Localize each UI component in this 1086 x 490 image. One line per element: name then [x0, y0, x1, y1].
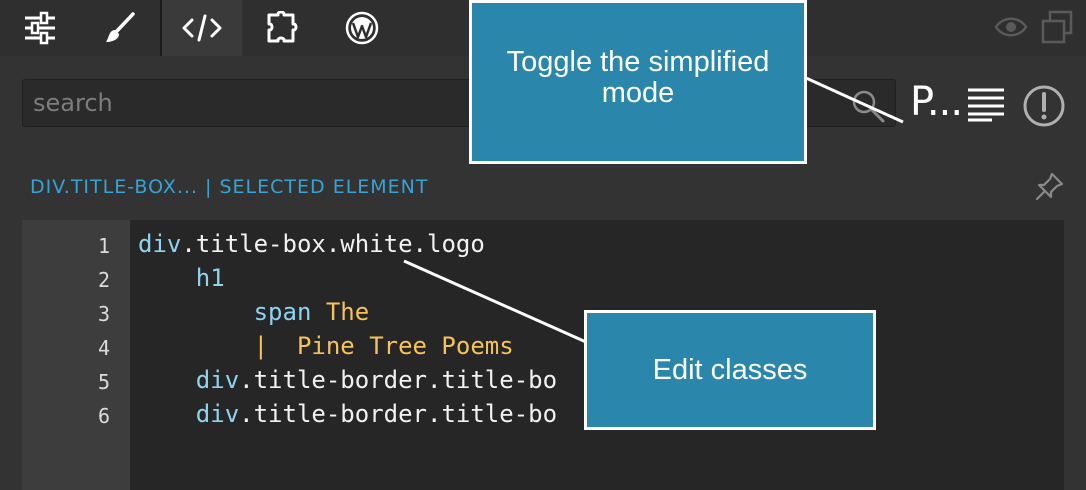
breadcrumb-label: SELECTED ELEMENT [219, 176, 429, 198]
line-number: 2 [97, 268, 110, 292]
code-icon [182, 14, 222, 42]
code-text[interactable]: | Pine Tree Poems [254, 332, 514, 360]
puzzle-icon [267, 11, 298, 43]
alert-button[interactable] [1022, 84, 1066, 128]
tab-wordpress[interactable] [322, 0, 402, 56]
line-number: 6 [97, 404, 110, 428]
code-line[interactable]: h1 [138, 264, 225, 292]
tab-style[interactable] [80, 0, 160, 56]
code-tag[interactable]: span [254, 298, 312, 326]
simplified-mode-label: P... [910, 79, 963, 125]
pin-icon[interactable] [1034, 172, 1064, 202]
exclamation-circle-icon [1023, 85, 1065, 127]
tabbar-right-tools [994, 10, 1074, 44]
tab-components[interactable] [242, 0, 322, 56]
sliders-icon [25, 11, 55, 45]
simplified-mode-toggle[interactable]: P... [910, 79, 963, 125]
paintbrush-icon [106, 12, 135, 42]
code-classes[interactable]: .title-border.title-bo [239, 366, 557, 394]
eye-icon[interactable] [994, 10, 1028, 44]
search-icon[interactable] [850, 88, 886, 124]
code-tag[interactable]: div [196, 400, 239, 428]
breadcrumb-separator: | [205, 176, 213, 198]
code-line[interactable]: div.title-box.white.logo [138, 230, 485, 258]
breadcrumb-path[interactable]: DIV.TITLE-BOX... [30, 176, 198, 198]
tab-settings[interactable] [0, 0, 80, 56]
code-classes[interactable]: .title-border.title-bo [239, 400, 557, 428]
breadcrumb: DIV.TITLE-BOX... | SELECTED ELEMENT [30, 176, 429, 198]
tab-code[interactable] [162, 0, 242, 56]
format-button[interactable] [966, 86, 1006, 122]
code-line[interactable]: div.title-border.title-bo [138, 366, 557, 394]
callout-edit-classes: Edit classes [584, 310, 876, 430]
callout-simplified-mode: Toggle the simplified mode [469, 0, 807, 164]
code-editor[interactable]: 1 2 3 4 5 6 div.title-box.white.logo h1 … [22, 220, 1064, 490]
code-tag[interactable]: div [196, 366, 239, 394]
code-tag[interactable]: h1 [196, 264, 225, 292]
code-text[interactable]: The [311, 298, 369, 326]
code-line[interactable]: div.title-border.title-bo [138, 400, 557, 428]
code-line[interactable]: | Pine Tree Poems [138, 332, 514, 360]
code-line[interactable]: span The [138, 298, 370, 326]
code-classes[interactable]: .title-box.white.logo [181, 230, 484, 258]
line-number: 5 [97, 370, 110, 394]
line-number: 3 [97, 302, 110, 326]
wordpress-icon [345, 11, 379, 45]
line-number-gutter: 1 2 3 4 5 6 [22, 220, 130, 490]
code-tag[interactable]: div [138, 230, 181, 258]
align-lines-icon [968, 88, 1004, 122]
line-number: 4 [97, 336, 110, 360]
duplicate-icon[interactable] [1040, 10, 1074, 44]
line-number: 1 [97, 234, 110, 258]
